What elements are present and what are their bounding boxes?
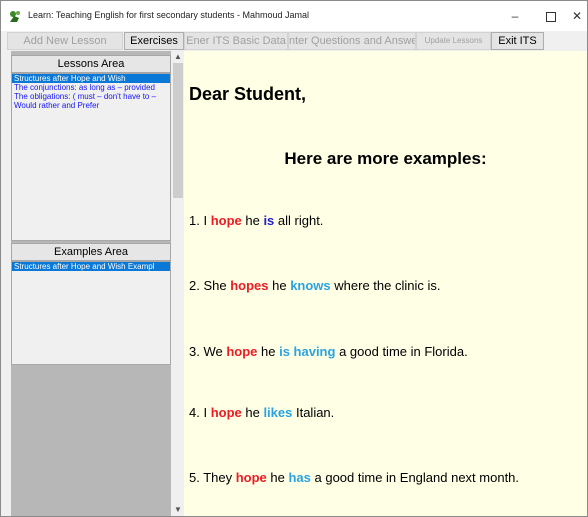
example-text: he <box>257 344 280 359</box>
keyword-verb: has <box>288 470 311 485</box>
example-text: he <box>266 470 289 485</box>
keyword-verb: is having <box>279 344 336 359</box>
example-sentence: 4. I hope he likes Italian. <box>189 405 334 420</box>
lesson-content: Dear Student, Here are more examples: 1.… <box>184 51 587 516</box>
scroll-down-icon[interactable]: ▼ <box>172 504 184 516</box>
example-sentence: 1. I hope he is all right. <box>189 213 323 228</box>
lesson-item[interactable]: Would rather and Prefer <box>12 101 170 110</box>
example-text: where the clinic is. <box>330 278 441 293</box>
examples-list[interactable]: Structures after Hope and Wish Exampl <box>11 261 171 365</box>
enter-its-basic-data-button[interactable]: Ener ITS Basic Data <box>184 32 288 50</box>
example-number: 3. We <box>189 344 227 359</box>
lesson-item[interactable]: Structures after Hope and Wish <box>12 74 170 83</box>
example-text: he <box>241 213 264 228</box>
maximize-icon <box>546 11 556 22</box>
greeting: Dear Student, <box>189 84 307 104</box>
exercises-button[interactable]: Exercises <box>124 32 184 50</box>
examples-heading: Here are more examples: <box>284 149 487 168</box>
scroll-up-icon[interactable]: ▲ <box>172 51 184 63</box>
keyword-hope: hope <box>210 405 242 420</box>
example-item[interactable]: Structures after Hope and Wish Exampl <box>12 262 170 271</box>
update-lessons-button[interactable]: Update Lessons <box>416 32 491 50</box>
lesson-item[interactable]: The obligations: ( must – don't have to … <box>12 92 170 101</box>
keyword-hope: hope <box>226 344 258 359</box>
minimize-button[interactable]: – <box>497 1 533 31</box>
keyword-verb: is <box>263 213 275 228</box>
add-new-lesson-button[interactable]: Add New Lesson <box>7 32 123 50</box>
keyword-verb: likes <box>263 405 293 420</box>
scroll-thumb[interactable] <box>173 63 183 198</box>
example-text: he <box>268 278 291 293</box>
example-number: 4. I <box>189 405 211 420</box>
examples-area-header: Examples Area <box>11 243 171 261</box>
keyword-hope: hope <box>235 470 267 485</box>
example-text: Italian. <box>292 405 335 420</box>
app-window: Learn: Teaching English for first second… <box>0 0 588 517</box>
lesson-item[interactable]: The conjunctions: as long as – provided <box>12 83 170 92</box>
example-number: 1. I <box>189 213 211 228</box>
window-title: Learn: Teaching English for first second… <box>28 10 309 20</box>
close-button[interactable]: ✕ <box>567 1 587 31</box>
example-text: all right. <box>274 213 324 228</box>
example-sentence: 2. She hopes he knows where the clinic i… <box>189 278 440 293</box>
example-sentence: 5. They hope he has a good time in Engla… <box>189 470 519 485</box>
example-text: he <box>241 405 264 420</box>
keyword-hope: hopes <box>230 278 269 293</box>
keyword-verb: knows <box>290 278 331 293</box>
example-sentence: 3. We hope he is having a good time in F… <box>189 344 468 359</box>
content-scrollbar[interactable]: ▲ ▼ <box>172 51 184 516</box>
left-panel: Lessons Area Structures after Hope and W… <box>11 51 171 516</box>
title-bar[interactable]: Learn: Teaching English for first second… <box>1 1 587 31</box>
example-number: 2. She <box>189 278 231 293</box>
enter-questions-answers-button[interactable]: nter Questions and Answer <box>288 32 416 50</box>
app-logo-icon <box>10 11 20 22</box>
exit-its-button[interactable]: Exit ITS <box>491 32 544 50</box>
maximize-button[interactable] <box>533 1 569 31</box>
example-number: 5. They <box>189 470 236 485</box>
lessons-area-header: Lessons Area <box>11 55 171 73</box>
lessons-list[interactable]: Structures after Hope and Wish The conju… <box>11 73 171 241</box>
example-text: a good time in England next month. <box>310 470 520 485</box>
example-text: a good time in Florida. <box>335 344 468 359</box>
keyword-hope: hope <box>210 213 242 228</box>
toolbar: Add New Lesson Exercises Ener ITS Basic … <box>1 31 587 51</box>
